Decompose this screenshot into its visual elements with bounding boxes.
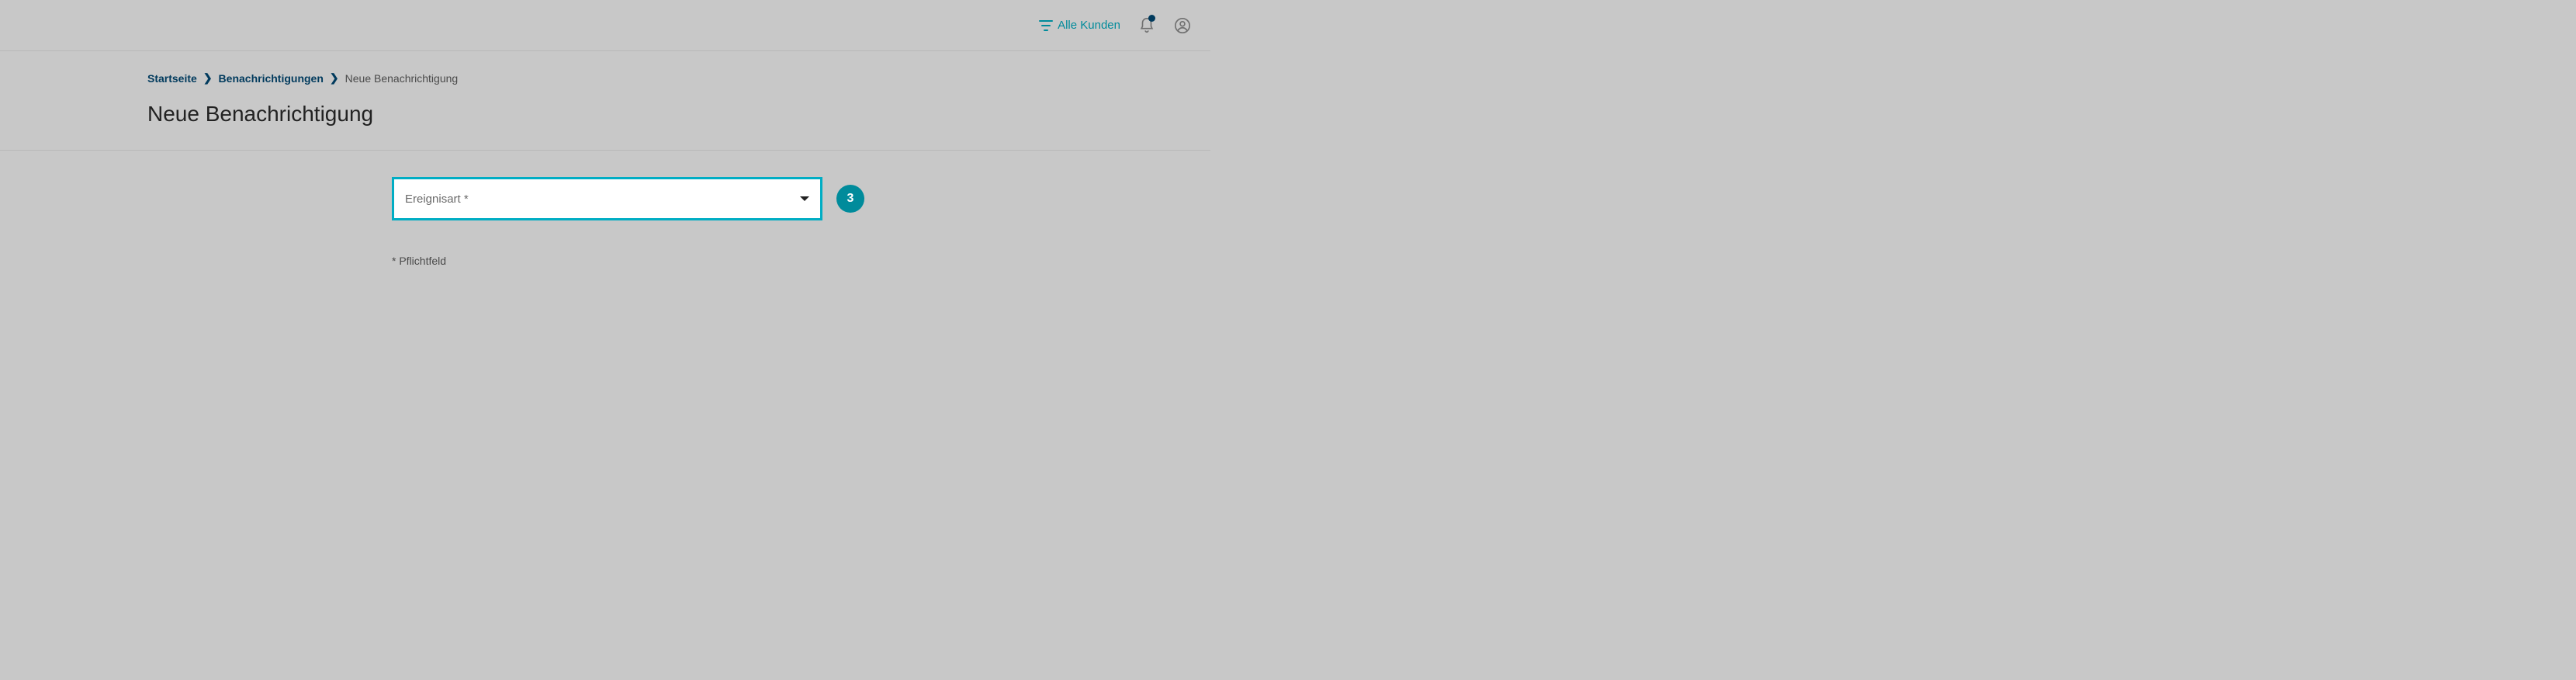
form-area: Ereignisart * 3 * Pflichtfeld <box>392 177 1210 267</box>
event-type-select[interactable]: Ereignisart * <box>392 177 822 220</box>
user-circle-icon <box>1174 17 1191 34</box>
step-badge: 3 <box>836 185 864 213</box>
event-type-row: Ereignisart * 3 <box>392 177 1210 220</box>
topbar: Alle Kunden <box>0 0 1210 51</box>
step-badge-value: 3 <box>847 192 854 206</box>
account-button[interactable] <box>1173 16 1192 35</box>
breadcrumb-section[interactable]: Benachrichtigungen <box>219 72 324 85</box>
customer-filter-label: Alle Kunden <box>1058 19 1120 32</box>
chevron-right-icon: ❯ <box>330 71 339 85</box>
breadcrumb-current: Neue Benachrichtigung <box>345 72 459 85</box>
page-header: Startseite ❯ Benachrichtigungen ❯ Neue B… <box>0 51 1210 151</box>
filter-icon <box>1039 20 1053 31</box>
required-hint: * Pflichtfeld <box>392 255 1210 267</box>
chevron-down-icon <box>800 196 809 201</box>
page-title: Neue Benachrichtigung <box>147 102 1063 127</box>
event-type-placeholder: Ereignisart * <box>405 193 469 206</box>
customer-filter-chip[interactable]: Alle Kunden <box>1039 19 1120 32</box>
chevron-right-icon: ❯ <box>203 71 213 85</box>
notification-dot-icon <box>1148 15 1155 22</box>
notifications-button[interactable] <box>1137 16 1156 35</box>
breadcrumb: Startseite ❯ Benachrichtigungen ❯ Neue B… <box>147 71 1063 85</box>
breadcrumb-home[interactable]: Startseite <box>147 72 197 85</box>
